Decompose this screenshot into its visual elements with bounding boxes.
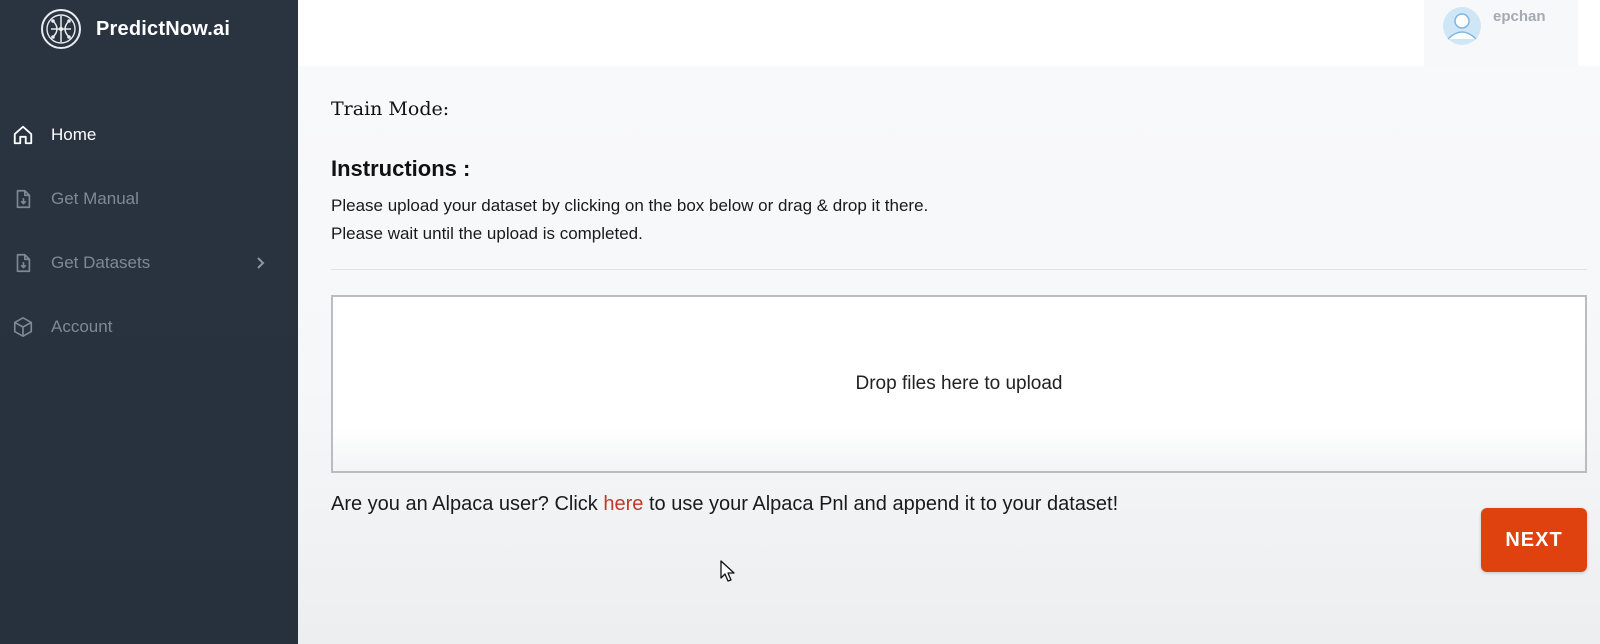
home-icon xyxy=(12,124,34,146)
file-dropzone[interactable]: Drop files here to upload xyxy=(331,295,1587,473)
train-mode-label: Train Mode: xyxy=(331,98,450,120)
alpaca-prompt: Are you an Alpaca user? Click here to us… xyxy=(331,493,1118,516)
instruction-line: Please wait until the upload is complete… xyxy=(331,224,643,243)
divider xyxy=(331,269,1587,270)
file-download-icon xyxy=(12,188,34,210)
main-content: Train Mode: Instructions : Please upload… xyxy=(298,66,1600,644)
sidebar-item-home[interactable]: Home xyxy=(0,103,298,167)
dropzone-text: Drop files here to upload xyxy=(855,373,1063,394)
top-header: epchan xyxy=(298,0,1600,66)
brand-name: PredictNow.ai xyxy=(96,17,231,40)
next-button[interactable]: NEXT xyxy=(1481,508,1587,572)
sidebar-item-label: Account xyxy=(51,317,113,336)
alpaca-prompt-prefix: Are you an Alpaca user? Click xyxy=(331,493,604,515)
user-avatar-icon xyxy=(1443,7,1481,45)
username: epchan xyxy=(1493,8,1546,25)
sidebar-item-account[interactable]: Account xyxy=(0,295,298,359)
sidebar: PredictNow.ai Home Get Manual Get Datase… xyxy=(0,0,298,644)
user-menu[interactable]: epchan xyxy=(1424,0,1578,66)
brand[interactable]: PredictNow.ai xyxy=(40,6,230,52)
alpaca-link[interactable]: here xyxy=(603,493,643,515)
brain-circuit-icon xyxy=(41,9,81,49)
chevron-right-icon[interactable] xyxy=(254,256,266,270)
instructions-title: Instructions : xyxy=(331,156,471,181)
sidebar-item-label: Get Datasets xyxy=(51,253,151,272)
file-download-icon xyxy=(12,252,34,274)
sidebar-item-label: Get Manual xyxy=(51,189,139,208)
sidebar-item-get-datasets[interactable]: Get Datasets xyxy=(0,231,298,295)
alpaca-prompt-suffix: to use your Alpaca Pnl and append it to … xyxy=(643,493,1119,515)
sidebar-item-get-manual[interactable]: Get Manual xyxy=(0,167,298,231)
instruction-line: Please upload your dataset by clicking o… xyxy=(331,196,929,215)
cube-icon xyxy=(12,316,34,338)
mouse-cursor-icon xyxy=(720,560,735,582)
sidebar-item-label: Home xyxy=(51,125,97,144)
sidebar-nav: Home Get Manual Get Datasets Account xyxy=(0,103,298,359)
